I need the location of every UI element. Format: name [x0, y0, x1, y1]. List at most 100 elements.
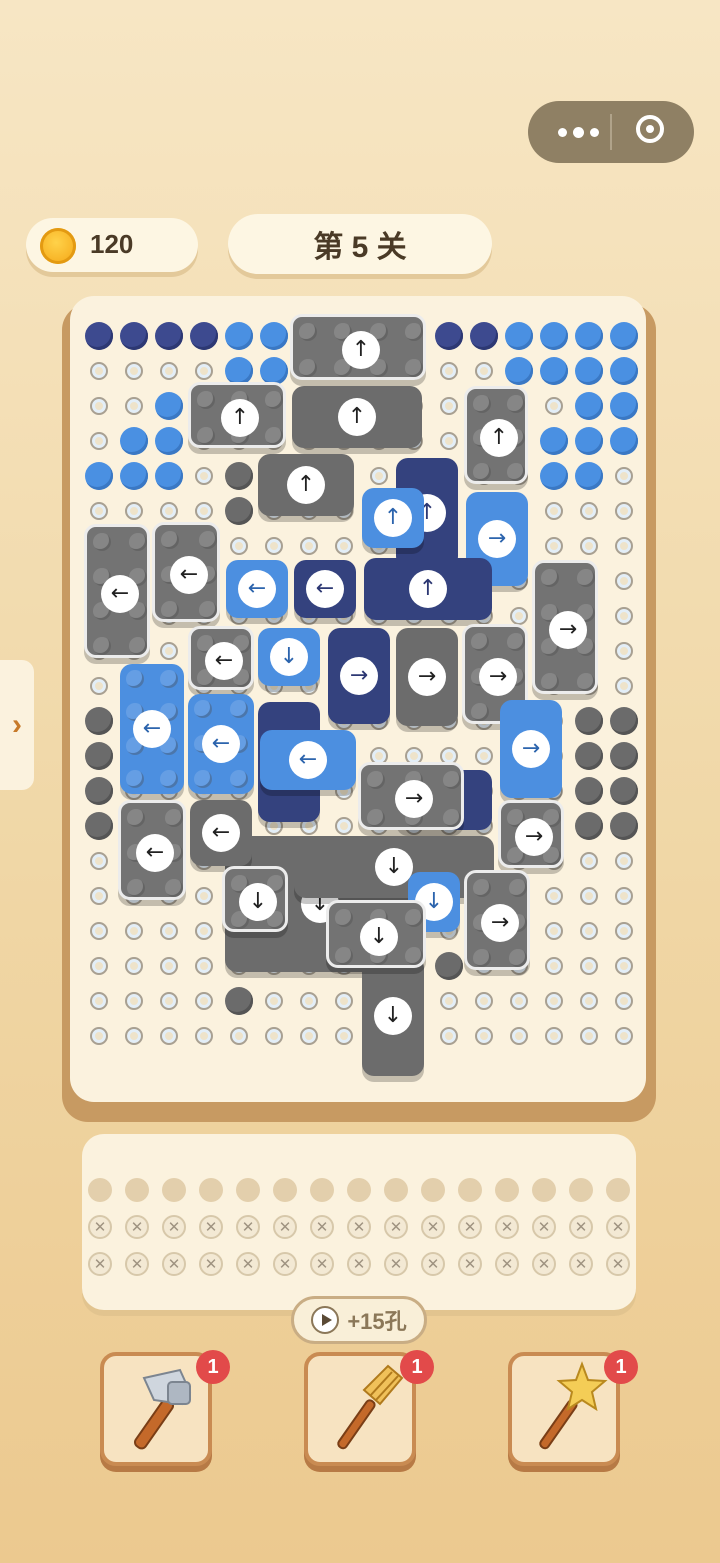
block-stud	[126, 770, 144, 788]
board-hole	[575, 392, 603, 420]
arrow-left-icon: ←	[133, 710, 171, 748]
board-hole	[575, 707, 603, 735]
block-stud	[509, 879, 527, 897]
board-hole	[580, 887, 598, 905]
tray-slot-locked: ✕	[532, 1252, 556, 1276]
tray-slot-locked: ✕	[236, 1215, 260, 1239]
screw-block-right[interactable]: →	[500, 700, 562, 798]
block-stud	[93, 637, 111, 655]
board-hole	[120, 322, 148, 350]
add-holes-ad-button[interactable]: +15孔	[291, 1296, 427, 1344]
board-hole	[370, 467, 388, 485]
block-stud	[127, 809, 145, 827]
block-stud	[541, 673, 559, 691]
board-hole	[155, 462, 183, 490]
arrow-right-icon: →	[515, 818, 553, 856]
screw-block-right[interactable]: →	[464, 870, 530, 970]
screw-block-left[interactable]: ←	[188, 694, 254, 794]
screw-block-left[interactable]: ←	[188, 626, 254, 690]
arrow-left-icon: ←	[202, 725, 240, 763]
screw-block-up[interactable]: ↑	[364, 558, 492, 620]
screw-block-down[interactable]: ↓	[222, 866, 288, 932]
screw-block-down[interactable]: ↓	[258, 628, 320, 686]
game-board: ↑↑↓↓↓↑↑↑↑↑→←←←←↑→←↓→→→←←←→→→→←←↓↓↓↓→	[70, 296, 646, 1102]
board-hole	[475, 992, 493, 1010]
arrow-right-icon: →	[481, 904, 519, 942]
board-hole	[615, 852, 633, 870]
screw-block-up[interactable]: ↑	[362, 488, 424, 548]
block-stud	[165, 809, 183, 827]
arrow-left-icon: ←	[101, 575, 139, 613]
block-stud	[197, 427, 215, 445]
screw-block-left[interactable]: ←	[190, 800, 252, 866]
broom-icon	[337, 1364, 404, 1450]
screw-block-left[interactable]: ←	[120, 664, 184, 794]
board-hole	[90, 922, 108, 940]
board-hole	[615, 957, 633, 975]
screw-block-up[interactable]: ↑	[258, 454, 354, 516]
board-hole	[120, 427, 148, 455]
board-hole	[580, 957, 598, 975]
screw-block-left[interactable]: ←	[226, 560, 288, 618]
board-hole	[125, 957, 143, 975]
hammer-icon	[133, 1368, 192, 1450]
wand-count-badge: 1	[604, 1350, 638, 1384]
tray-slot	[458, 1178, 482, 1202]
board-hole	[195, 992, 213, 1010]
more-icon[interactable]	[546, 101, 610, 163]
screw-block-right[interactable]: →	[358, 762, 464, 830]
block-stud	[577, 569, 595, 587]
board-hole	[260, 322, 288, 350]
block-stud	[507, 395, 525, 413]
board-hole	[580, 502, 598, 520]
board-hole	[155, 322, 183, 350]
board-hole	[225, 462, 253, 490]
screw-block-right[interactable]: →	[498, 800, 564, 868]
screw-block-down[interactable]: ↓	[362, 956, 424, 1076]
screw-block-left[interactable]: ←	[152, 522, 220, 622]
board-hole	[475, 747, 493, 765]
wand-tool-button[interactable]: 1	[508, 1350, 638, 1466]
tray-slot-locked: ✕	[421, 1252, 445, 1276]
board-hole	[615, 467, 633, 485]
tray-slot	[347, 1178, 371, 1202]
side-drawer-tab[interactable]: ›	[0, 660, 34, 790]
block-stud	[194, 700, 212, 718]
hammer-tool-button[interactable]: 1	[100, 1350, 230, 1466]
board-hole	[575, 322, 603, 350]
board-hole	[335, 817, 353, 835]
board-hole	[125, 362, 143, 380]
board-hole	[265, 537, 283, 555]
screw-block-left[interactable]: ←	[84, 524, 150, 658]
block-stud	[335, 909, 353, 927]
block-stud	[161, 531, 179, 549]
board-hole	[90, 1027, 108, 1045]
board-hole	[300, 1027, 318, 1045]
tray-slot-locked: ✕	[495, 1252, 519, 1276]
screw-block-up[interactable]: ↑	[290, 314, 426, 380]
screw-block-right[interactable]: →	[396, 628, 458, 726]
board-hole	[195, 1027, 213, 1045]
board-hole	[615, 677, 633, 695]
tray-slot-locked: ✕	[273, 1252, 297, 1276]
screw-block-up[interactable]: ↑	[188, 382, 286, 448]
screw-block-up[interactable]: ↑	[464, 386, 528, 484]
screw-block-left[interactable]: ←	[294, 560, 356, 618]
board-hole	[195, 362, 213, 380]
tray-slot	[199, 1178, 223, 1202]
board-hole	[85, 812, 113, 840]
screw-block-left[interactable]: ←	[260, 730, 356, 790]
screw-block-right[interactable]: →	[328, 628, 390, 724]
board-hole	[580, 537, 598, 555]
screw-block-left[interactable]: ←	[118, 800, 186, 900]
close-target-icon[interactable]	[636, 115, 664, 143]
board-hole	[125, 1027, 143, 1045]
arrow-left-icon: ←	[289, 741, 327, 779]
block-stud	[129, 533, 147, 551]
screw-block-down[interactable]: ↓	[326, 900, 426, 968]
board-hole	[610, 392, 638, 420]
screw-block-right[interactable]: →	[532, 560, 598, 694]
tray-slot	[384, 1178, 408, 1202]
screw-block-up[interactable]: ↑	[292, 386, 422, 448]
broom-tool-button[interactable]: 1	[304, 1350, 434, 1466]
